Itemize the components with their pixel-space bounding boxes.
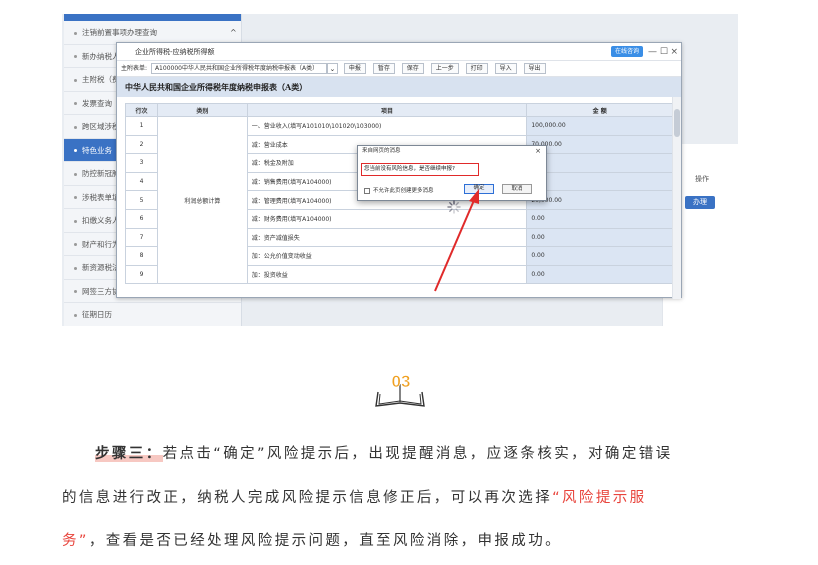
article-line-1: 步骤三：若点击“确定”风险提示后，出现提醒消息，应逐条核实，对确定错误: [95, 444, 795, 464]
bullet-icon: [74, 243, 77, 246]
article-text-1: 若点击“确定”风险提示后，出现提醒消息，应逐条核实，对确定错误: [162, 446, 673, 462]
handle-button[interactable]: 办理: [685, 196, 715, 209]
article-line-2: 的信息进行改正，纳税人完成风险提示信息修正后，可以再次选择“风险提示服: [62, 488, 762, 508]
sidebar-item-label: 征期日历: [82, 310, 112, 319]
bullet-icon: [74, 219, 77, 223]
sidebar-item[interactable]: 征期日历: [64, 303, 241, 326]
operation-column-header: 操作: [695, 175, 709, 183]
sidebar-item-label: 注销前置事项办理查询: [82, 28, 157, 37]
bullet-icon: [74, 102, 77, 105]
bullet-icon: [74, 196, 77, 199]
bullet-icon: [74, 125, 77, 129]
bullet-icon: [74, 55, 77, 58]
sidebar-item-label: 发票查询: [82, 98, 112, 108]
sidebar-item-label: 扣缴义务人: [82, 216, 120, 225]
bullet-icon: [74, 313, 77, 317]
step-label: 步骤三：: [95, 446, 163, 462]
risk-service-link-part1: “风险提示服: [552, 490, 647, 506]
caret-icon[interactable]: ^: [230, 21, 237, 44]
step-badge: 03: [375, 372, 425, 407]
bullet-icon: [74, 78, 77, 82]
bullet-icon: [74, 290, 77, 293]
sidebar-item-label: 新办纳税人: [82, 51, 120, 61]
sidebar-top-bar: [64, 14, 241, 21]
bullet-icon: [74, 31, 77, 35]
article-text-3: ，查看是否已经处理风险提示问题，直至风险消除，申报成功。: [88, 533, 563, 549]
annotation-arrow-icon: [434, 189, 479, 292]
article-text-2: 的信息进行改正，纳税人完成风险提示信息修正后，可以再次选择: [62, 490, 553, 506]
article-line-3: 务”，查看是否已经处理风险提示问题，直至风险消除，申报成功。: [62, 531, 762, 551]
sidebar-item-label: 特色业务: [82, 145, 112, 155]
screenshot-frame: 注销前置事项办理查询 ^ 新办纳税人 主附税（费） 发票查询 跨区域涉税 特色业务 防控新冠肺…: [62, 14, 738, 326]
risk-service-link-part2: 务”: [62, 533, 89, 549]
tax-form-window: 企业所得税-应纳税所得额 在线咨询 — ☐ × 主附表单: A100000中华人…: [116, 42, 682, 299]
bullet-icon: [74, 149, 77, 152]
step-number: 03: [392, 372, 411, 391]
sidebar-item-label: 跨区域涉税: [82, 122, 120, 131]
bullet-icon: [74, 172, 77, 176]
bullet-icon: [74, 266, 77, 270]
sidebar-item[interactable]: 注销前置事项办理查询 ^: [64, 21, 241, 45]
